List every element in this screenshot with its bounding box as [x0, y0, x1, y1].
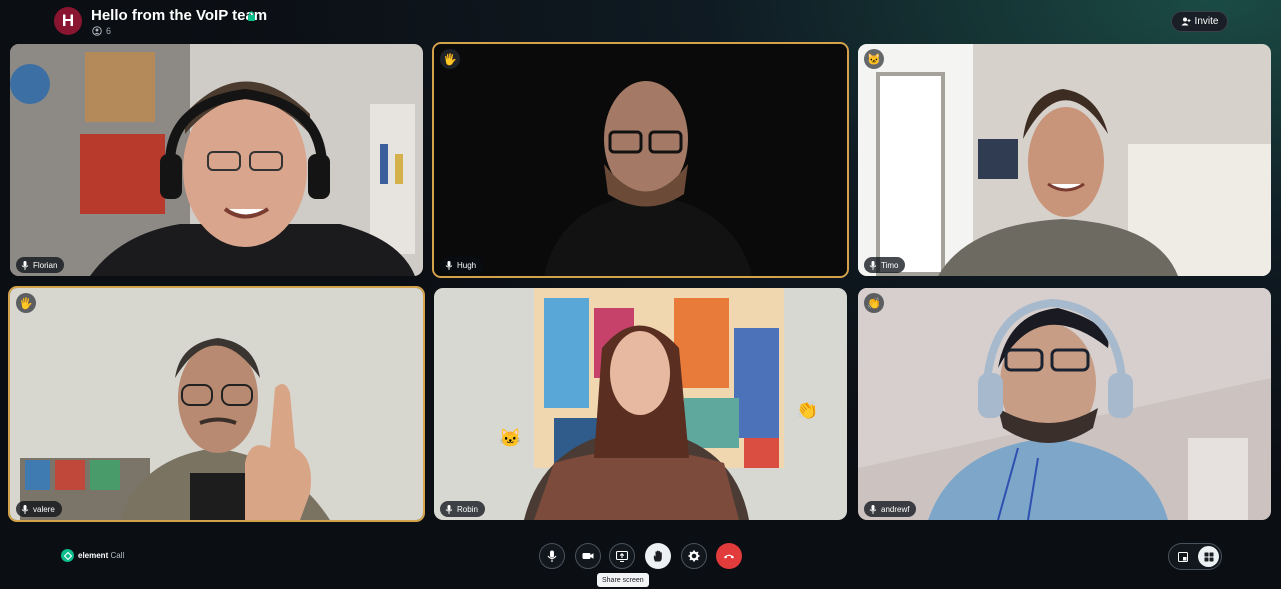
- microphone-icon: [445, 260, 453, 270]
- video-camera-icon: [582, 553, 594, 559]
- share-screen-tooltip: Share screen: [597, 573, 649, 587]
- video-feed: [858, 288, 1271, 520]
- invite-label: Invite: [1194, 16, 1219, 27]
- spotlight-layout-icon: [1177, 551, 1188, 562]
- floating-reaction: 🐱: [499, 428, 522, 448]
- brand-name: element Call: [78, 551, 125, 560]
- element-logo-icon: [61, 549, 74, 562]
- encryption-lock-icon: [248, 11, 255, 21]
- participant-tile-florian[interactable]: Florian: [10, 44, 423, 276]
- participant-tile-timo[interactable]: 🐱 Timo: [858, 44, 1271, 276]
- room-avatar: H: [54, 7, 82, 35]
- microphone-icon: [547, 550, 557, 562]
- end-call-button[interactable]: [716, 543, 742, 569]
- microphone-button[interactable]: [539, 543, 565, 569]
- participant-tile-hugh[interactable]: 🖐 Hugh: [432, 42, 849, 278]
- participant-name: Florian: [33, 260, 58, 270]
- video-feed: [858, 44, 1271, 276]
- participant-name-tag: Robin: [440, 501, 485, 517]
- participant-name: Hugh: [457, 260, 477, 270]
- participant-name: andrewf: [881, 504, 910, 514]
- participant-tile-valere[interactable]: 🖐 valere: [8, 286, 425, 522]
- microphone-icon: [869, 260, 877, 270]
- video-feed: [434, 288, 847, 520]
- reaction-badge: 🐱: [864, 49, 884, 69]
- participant-name: valere: [33, 504, 55, 514]
- video-feed: [10, 44, 423, 276]
- participant-name-tag: valere: [16, 501, 62, 517]
- camera-button[interactable]: [575, 543, 601, 569]
- hang-up-icon: [724, 554, 734, 559]
- participant-name-tag: andrewf: [864, 501, 917, 517]
- settings-button[interactable]: [681, 543, 707, 569]
- participant-name-tag: Timo: [864, 257, 906, 273]
- participants-icon: [92, 26, 102, 36]
- participant-count: 6: [106, 26, 112, 36]
- participant-name: Robin: [457, 504, 478, 514]
- share-screen-icon: [616, 550, 628, 562]
- room-title: Hello from the VoIP team: [91, 7, 268, 24]
- invite-button[interactable]: Invite: [1171, 11, 1228, 32]
- reaction-badge: 🖐: [16, 293, 36, 313]
- layout-switcher: [1168, 543, 1222, 570]
- video-feed: [10, 288, 423, 520]
- add-person-icon: [1181, 17, 1191, 26]
- element-call-logo: element Call: [61, 549, 124, 562]
- share-screen-button[interactable]: [609, 543, 635, 569]
- reaction-badge: 🖐: [440, 49, 460, 69]
- microphone-icon: [869, 504, 877, 514]
- reaction-badge: 👏: [864, 293, 884, 313]
- microphone-icon: [21, 504, 29, 514]
- spotlight-layout-button[interactable]: [1172, 546, 1193, 567]
- grid-layout-icon: [1204, 552, 1213, 561]
- gear-icon: [688, 550, 700, 562]
- microphone-icon: [21, 260, 29, 270]
- grid-layout-button[interactable]: [1198, 546, 1219, 567]
- participant-name: Timo: [881, 260, 899, 270]
- video-feed: [434, 44, 847, 276]
- participant-tile-robin[interactable]: 🐱 👏 Robin: [434, 288, 847, 520]
- microphone-icon: [445, 504, 453, 514]
- raise-hand-button[interactable]: [645, 543, 671, 569]
- floating-reaction: 👏: [796, 400, 819, 420]
- participant-tile-andrewf[interactable]: 👏 andrewf: [858, 288, 1271, 520]
- raise-hand-icon: [653, 550, 662, 562]
- participant-name-tag: Florian: [16, 257, 65, 273]
- participant-name-tag: Hugh: [440, 257, 484, 273]
